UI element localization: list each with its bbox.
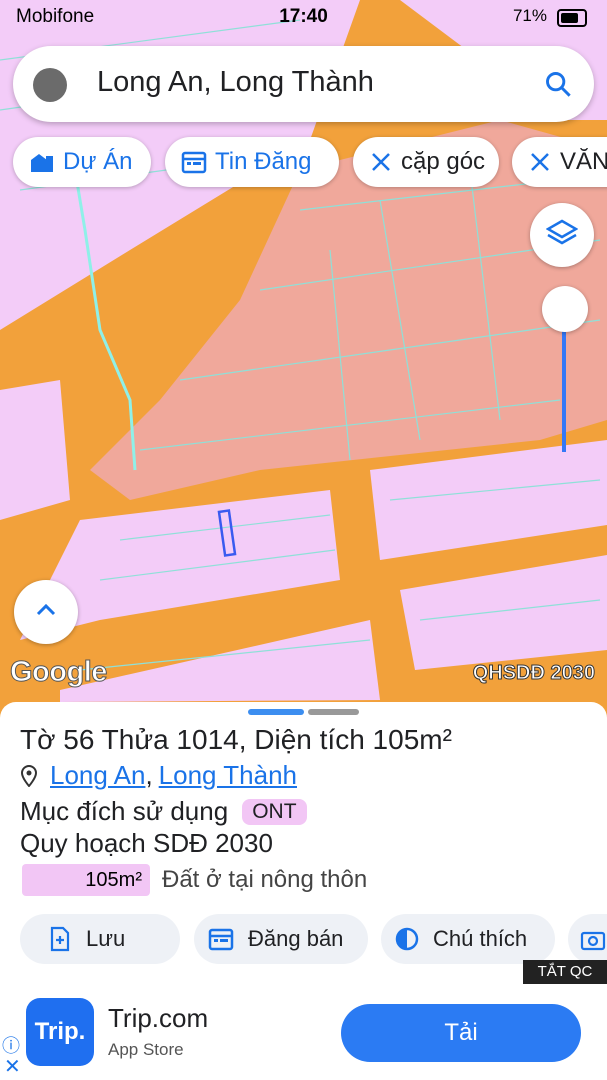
layers-icon	[545, 217, 579, 254]
parcel-title: Tờ 56 Thửa 1014, Diện tích 105m²	[20, 724, 452, 755]
battery-icon	[557, 9, 587, 27]
post-sale-button[interactable]: Đăng bán	[194, 914, 368, 964]
province-link[interactable]: Long An	[50, 760, 145, 791]
sheet-handle-secondary[interactable]	[308, 709, 359, 715]
legend-button[interactable]: Chú thích	[381, 914, 555, 964]
opacity-slider-knob[interactable]	[542, 286, 588, 332]
status-bar: Mobifone 17:40 71%	[0, 0, 607, 36]
building-icon	[29, 150, 55, 174]
turn-off-ads-button[interactable]: TẮT QC	[523, 960, 607, 984]
area-badge: 105m²	[22, 864, 150, 896]
location-separator: ,	[145, 760, 153, 790]
save-button[interactable]: Lưu	[20, 914, 180, 964]
land-type-label: Đất ở tại nông thôn	[162, 866, 368, 893]
ruler-icon	[369, 150, 393, 174]
chip-tin-dang[interactable]: Tin Đăng	[165, 137, 339, 187]
ad-app-name[interactable]: Trip.com	[108, 1003, 208, 1034]
chip-label: cặp góc	[401, 148, 486, 175]
purpose-row: Mục đích sử dụng ONT	[20, 796, 307, 827]
save-label: Lưu	[86, 926, 126, 951]
add-document-icon	[48, 926, 72, 952]
google-logo: Google	[10, 656, 108, 689]
chevron-up-icon	[34, 602, 58, 623]
chip-cap-goc[interactable]: cặp góc	[353, 137, 499, 187]
legend-label: Chú thích	[433, 926, 528, 951]
add-photo-icon	[580, 927, 606, 951]
ruler-icon	[528, 150, 552, 174]
area-value: 105m²	[85, 869, 142, 891]
search-icon[interactable]	[544, 70, 572, 103]
expand-up-button[interactable]	[14, 580, 78, 644]
location-pin-icon	[20, 764, 38, 787]
purpose-badge: ONT	[242, 798, 307, 825]
post-sale-label: Đăng bán	[248, 926, 344, 951]
chip-du-an[interactable]: Dự Án	[13, 137, 151, 187]
district-link[interactable]: Long Thành	[159, 760, 297, 791]
location-row: Long An , Long Thành	[20, 760, 297, 791]
residential-zone-left-mid	[0, 380, 70, 520]
battery-percent: 71%	[512, 6, 547, 25]
calendar-icon	[208, 927, 234, 951]
chip-label: VĂN	[560, 148, 607, 175]
chip-van[interactable]: VĂN	[512, 137, 607, 187]
chip-label: Tin Đăng	[215, 148, 312, 175]
avatar[interactable]	[33, 68, 67, 102]
contrast-icon	[395, 927, 419, 951]
search-input[interactable]: Long An, Long Thành	[97, 66, 374, 99]
ad-app-icon[interactable]: Trip.	[26, 998, 94, 1066]
search-bar[interactable]: Long An, Long Thành	[13, 46, 594, 122]
calendar-icon	[181, 150, 207, 174]
layers-button[interactable]	[530, 203, 594, 267]
photo-button[interactable]	[568, 914, 607, 964]
ad-close-icon[interactable]: ✕	[4, 1054, 21, 1079]
ad-install-button[interactable]: Tải	[341, 1004, 581, 1062]
sheet-handle[interactable]	[248, 709, 304, 715]
ad-store-label: App Store	[108, 1040, 184, 1059]
area-row: 105m² Đất ở tại nông thôn	[22, 864, 367, 896]
chip-label: Dự Án	[63, 148, 133, 175]
map-layer-label: QHSDĐ 2030	[472, 662, 595, 685]
plan-label: Quy hoạch SDĐ 2030	[20, 828, 273, 858]
purpose-label: Mục đích sử dụng	[20, 796, 229, 826]
